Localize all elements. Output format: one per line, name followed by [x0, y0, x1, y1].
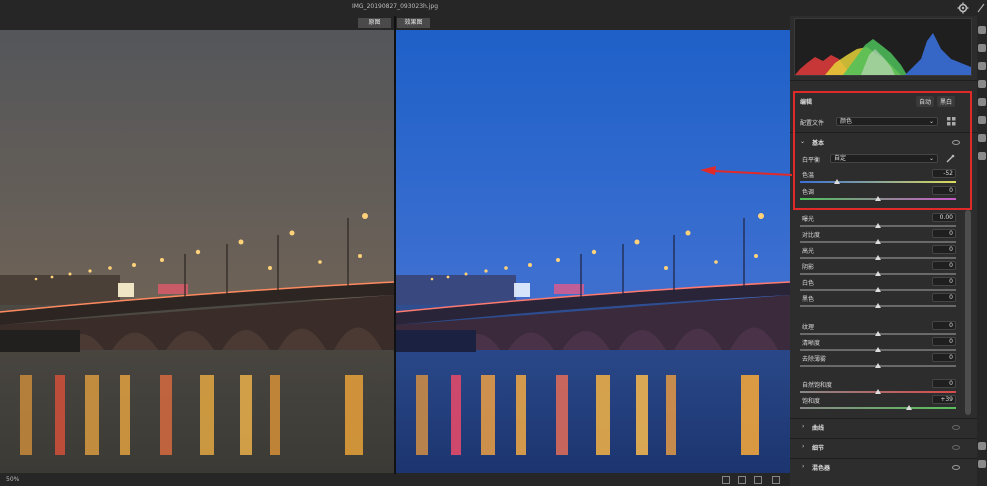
slider-value-input[interactable]: 0 — [932, 321, 956, 330]
eye-icon[interactable] — [952, 425, 960, 430]
section-detail[interactable]: › 细节 — [790, 438, 977, 454]
edit-tool-icon[interactable] — [978, 26, 986, 34]
slider-thumb[interactable] — [875, 255, 881, 260]
slider-thumb[interactable] — [875, 223, 881, 228]
copy-settings-icon[interactable] — [754, 476, 762, 484]
after-image — [396, 30, 790, 473]
slider-label: 白色 — [802, 280, 815, 287]
slider-thumb[interactable] — [875, 347, 881, 352]
slider-label: 饱和度 — [802, 398, 821, 405]
slider-track[interactable] — [800, 303, 956, 308]
slider-value-input[interactable]: 0 — [932, 245, 956, 254]
heal-tool-icon[interactable] — [978, 80, 986, 88]
slider-track[interactable] — [800, 287, 956, 292]
crop-tool-icon[interactable] — [978, 44, 986, 52]
section-color-mixer[interactable]: › 混色器 — [790, 458, 977, 474]
slider-value-input[interactable]: 0 — [932, 353, 956, 362]
slider-track[interactable] — [800, 389, 956, 394]
slider-label: 自然饱和度 — [802, 382, 833, 389]
slider-value-input[interactable]: 0.00 — [932, 213, 956, 222]
slider-value-input[interactable]: 0 — [932, 277, 956, 286]
grid-icon[interactable] — [978, 460, 986, 468]
section-label: 曲线 — [812, 425, 825, 432]
presets-icon[interactable] — [978, 134, 986, 142]
slider-track[interactable] — [800, 405, 956, 410]
slider-label: 阴影 — [802, 264, 815, 271]
slider-thumb[interactable] — [875, 331, 881, 336]
panel-scrollbar[interactable] — [965, 210, 971, 415]
mask-tool-icon[interactable] — [978, 98, 986, 106]
after-label: 效果图 — [397, 18, 430, 28]
slider-label: 曝光 — [802, 216, 815, 223]
eye-icon[interactable] — [952, 445, 960, 450]
snapshots-icon[interactable] — [978, 152, 986, 160]
slider-label: 去除薄雾 — [802, 356, 827, 363]
annotation-highlight-box — [793, 91, 972, 210]
chevron-right-icon: › — [802, 463, 805, 470]
redeye-tool-icon[interactable] — [978, 116, 986, 124]
slider-value-input[interactable]: 0 — [932, 293, 956, 302]
slider-label: 清晰度 — [802, 340, 821, 347]
slider-track[interactable] — [800, 255, 956, 260]
hand-tool-icon[interactable] — [978, 442, 986, 450]
slider-label: 对比度 — [802, 232, 821, 239]
compare-view-icon[interactable] — [722, 476, 730, 484]
tool-strip — [977, 16, 987, 486]
slider-label: 高光 — [802, 248, 815, 255]
slider-value-input[interactable]: 0 — [932, 261, 956, 270]
eye-icon[interactable] — [952, 465, 960, 470]
split-view-icon[interactable] — [772, 476, 780, 484]
slider-thumb[interactable] — [875, 239, 881, 244]
slider-track[interactable] — [800, 347, 956, 352]
chevron-right-icon: › — [802, 443, 805, 450]
slider-thumb[interactable] — [875, 303, 881, 308]
zoom-level[interactable]: 50% — [6, 476, 19, 483]
file-name: IMG_20190827_093023h.jpg — [351, 3, 439, 10]
bottom-toolbar: 50% — [0, 474, 790, 486]
chevron-right-icon: › — [802, 423, 805, 430]
expand-icon[interactable] — [976, 2, 986, 14]
edit-panel: 编辑 自动 黑白 配置文件 颜色 ⌄ ⌄ 基本 白平衡 自定 ⌄ 色温 -52 色调 0 曝… — [790, 16, 977, 486]
slider-thumb[interactable] — [875, 271, 881, 276]
slider-thumb[interactable] — [875, 363, 881, 368]
slider-value-input[interactable]: 0 — [932, 229, 956, 238]
section-label: 细节 — [812, 445, 825, 452]
histogram — [794, 18, 972, 76]
slider-value-input[interactable]: 0 — [932, 337, 956, 346]
section-label: 混色器 — [812, 465, 831, 472]
slider-thumb[interactable] — [906, 405, 913, 410]
slider-thumb[interactable] — [875, 389, 881, 394]
slider-thumb[interactable] — [875, 287, 881, 292]
before-label: 原图 — [358, 18, 391, 28]
slider-label: 纹理 — [802, 324, 815, 331]
title-bar: IMG_20190827_093023h.jpg — [0, 0, 987, 16]
section-curves[interactable]: › 曲线 — [790, 418, 977, 434]
slider-track[interactable] — [800, 223, 956, 228]
slider-track[interactable] — [800, 363, 956, 368]
slider-label: 黑色 — [802, 296, 815, 303]
camera-raw-window: IMG_20190827_093023h.jpg 原图 效果图 50% 编辑 自… — [0, 0, 987, 486]
annotation-arrow-icon — [700, 166, 792, 176]
swap-icon[interactable] — [738, 476, 746, 484]
before-image — [0, 30, 394, 473]
slider-track[interactable] — [800, 271, 956, 276]
slider-track[interactable] — [800, 331, 956, 336]
slider-track[interactable] — [800, 239, 956, 244]
slider-value-input[interactable]: 0 — [932, 379, 956, 388]
brush-tool-icon[interactable] — [978, 62, 986, 70]
gear-icon[interactable] — [957, 2, 969, 14]
slider-value-input[interactable]: +39 — [932, 395, 956, 404]
